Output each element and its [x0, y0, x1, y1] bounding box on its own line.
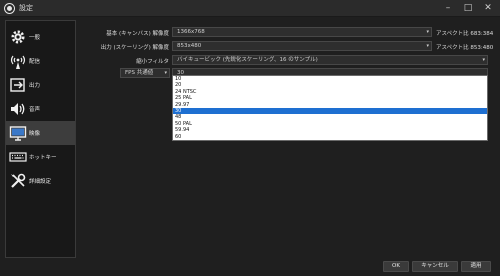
fps-option[interactable]: 10: [173, 76, 487, 82]
sidebar-item-label: 出力: [29, 83, 41, 89]
sidebar-item-label: 映像: [29, 131, 41, 137]
sidebar-item-label: ホットキー: [29, 155, 57, 161]
output-resolution-combo[interactable]: 853x480 ▾: [172, 41, 432, 51]
minimize-icon[interactable]: –: [438, 0, 458, 17]
fps-option[interactable]: 29.97: [173, 102, 487, 108]
output-aspect-ratio: アスペクト比 853:480: [436, 45, 494, 51]
base-resolution-combo[interactable]: 1366x768 ▾: [172, 27, 432, 37]
fps-option[interactable]: 50 PAL: [173, 121, 487, 127]
sidebar-item-general[interactable]: 一般: [6, 25, 75, 49]
downscale-filter-select[interactable]: バイキュービック (先鋭化スケーリング、16 のサンプル) ▾: [172, 55, 488, 65]
chevron-down-icon: ▾: [426, 29, 429, 35]
maximize-icon[interactable]: □: [458, 0, 478, 17]
fps-option[interactable]: 59.94: [173, 127, 487, 133]
sidebar-item-stream[interactable]: 配信: [6, 49, 75, 73]
sidebar-item-label: 詳細設定: [29, 179, 52, 185]
fps-option[interactable]: 24 NTSC: [173, 89, 487, 95]
base-resolution-label: 基本 (キャンバス) 解像度: [106, 31, 169, 37]
fps-option[interactable]: 20: [173, 82, 487, 88]
obs-logo-icon: [5, 4, 14, 13]
fps-type-value: FPS 共通値: [125, 70, 154, 76]
tools-icon: [11, 173, 26, 188]
output-resolution-label: 出力 (スケーリング) 解像度: [100, 45, 169, 51]
apply-button[interactable]: 適用: [461, 261, 491, 272]
cancel-button[interactable]: キャンセル: [412, 261, 458, 272]
gear-icon: [11, 30, 25, 44]
fps-option[interactable]: 48: [173, 114, 487, 120]
ok-button[interactable]: OK: [383, 261, 409, 272]
sidebar-item-label: 音声: [29, 107, 41, 113]
sidebar-item-audio[interactable]: 音声: [6, 97, 75, 121]
sidebar-item-label: 一般: [29, 35, 41, 41]
broadcast-icon: [10, 55, 26, 69]
sidebar-item-hotkeys[interactable]: ホットキー: [6, 145, 75, 169]
output-icon: [10, 78, 25, 92]
fps-option-selected[interactable]: 30: [173, 108, 487, 114]
fps-type-select[interactable]: FPS 共通値 ▾: [120, 68, 170, 78]
speaker-icon: [11, 103, 25, 115]
close-icon[interactable]: ✕: [478, 0, 498, 17]
fps-dropdown-list[interactable]: 10 20 24 NTSC 25 PAL 29.97 30 48 50 PAL …: [172, 75, 488, 141]
sidebar-item-label: 配信: [29, 59, 41, 65]
window-title: 設定: [19, 4, 33, 12]
sidebar-item-video[interactable]: 映像: [6, 121, 75, 145]
keyboard-icon: [9, 152, 27, 162]
settings-sidebar: 一般 配信 出力 音声 映像 ホットキー 詳細設定: [5, 20, 76, 258]
chevron-down-icon: ▾: [164, 70, 167, 76]
base-aspect-ratio: アスペクト比 683:384: [436, 31, 494, 37]
monitor-icon: [9, 126, 27, 141]
sidebar-item-advanced[interactable]: 詳細設定: [6, 169, 75, 193]
chevron-down-icon: ▾: [426, 43, 429, 49]
fps-option[interactable]: 60: [173, 134, 487, 140]
fps-option[interactable]: 25 PAL: [173, 95, 487, 101]
downscale-filter-value: バイキュービック (先鋭化スケーリング、16 のサンプル): [177, 57, 318, 63]
chevron-down-icon: ▾: [482, 57, 485, 63]
sidebar-item-output[interactable]: 出力: [6, 73, 75, 97]
base-resolution-value: 1366x768: [177, 29, 205, 35]
output-resolution-value: 853x480: [177, 43, 202, 49]
downscale-filter-label: 縮小フィルタ: [136, 59, 169, 65]
title-bar: 設定 – □ ✕: [0, 0, 500, 17]
